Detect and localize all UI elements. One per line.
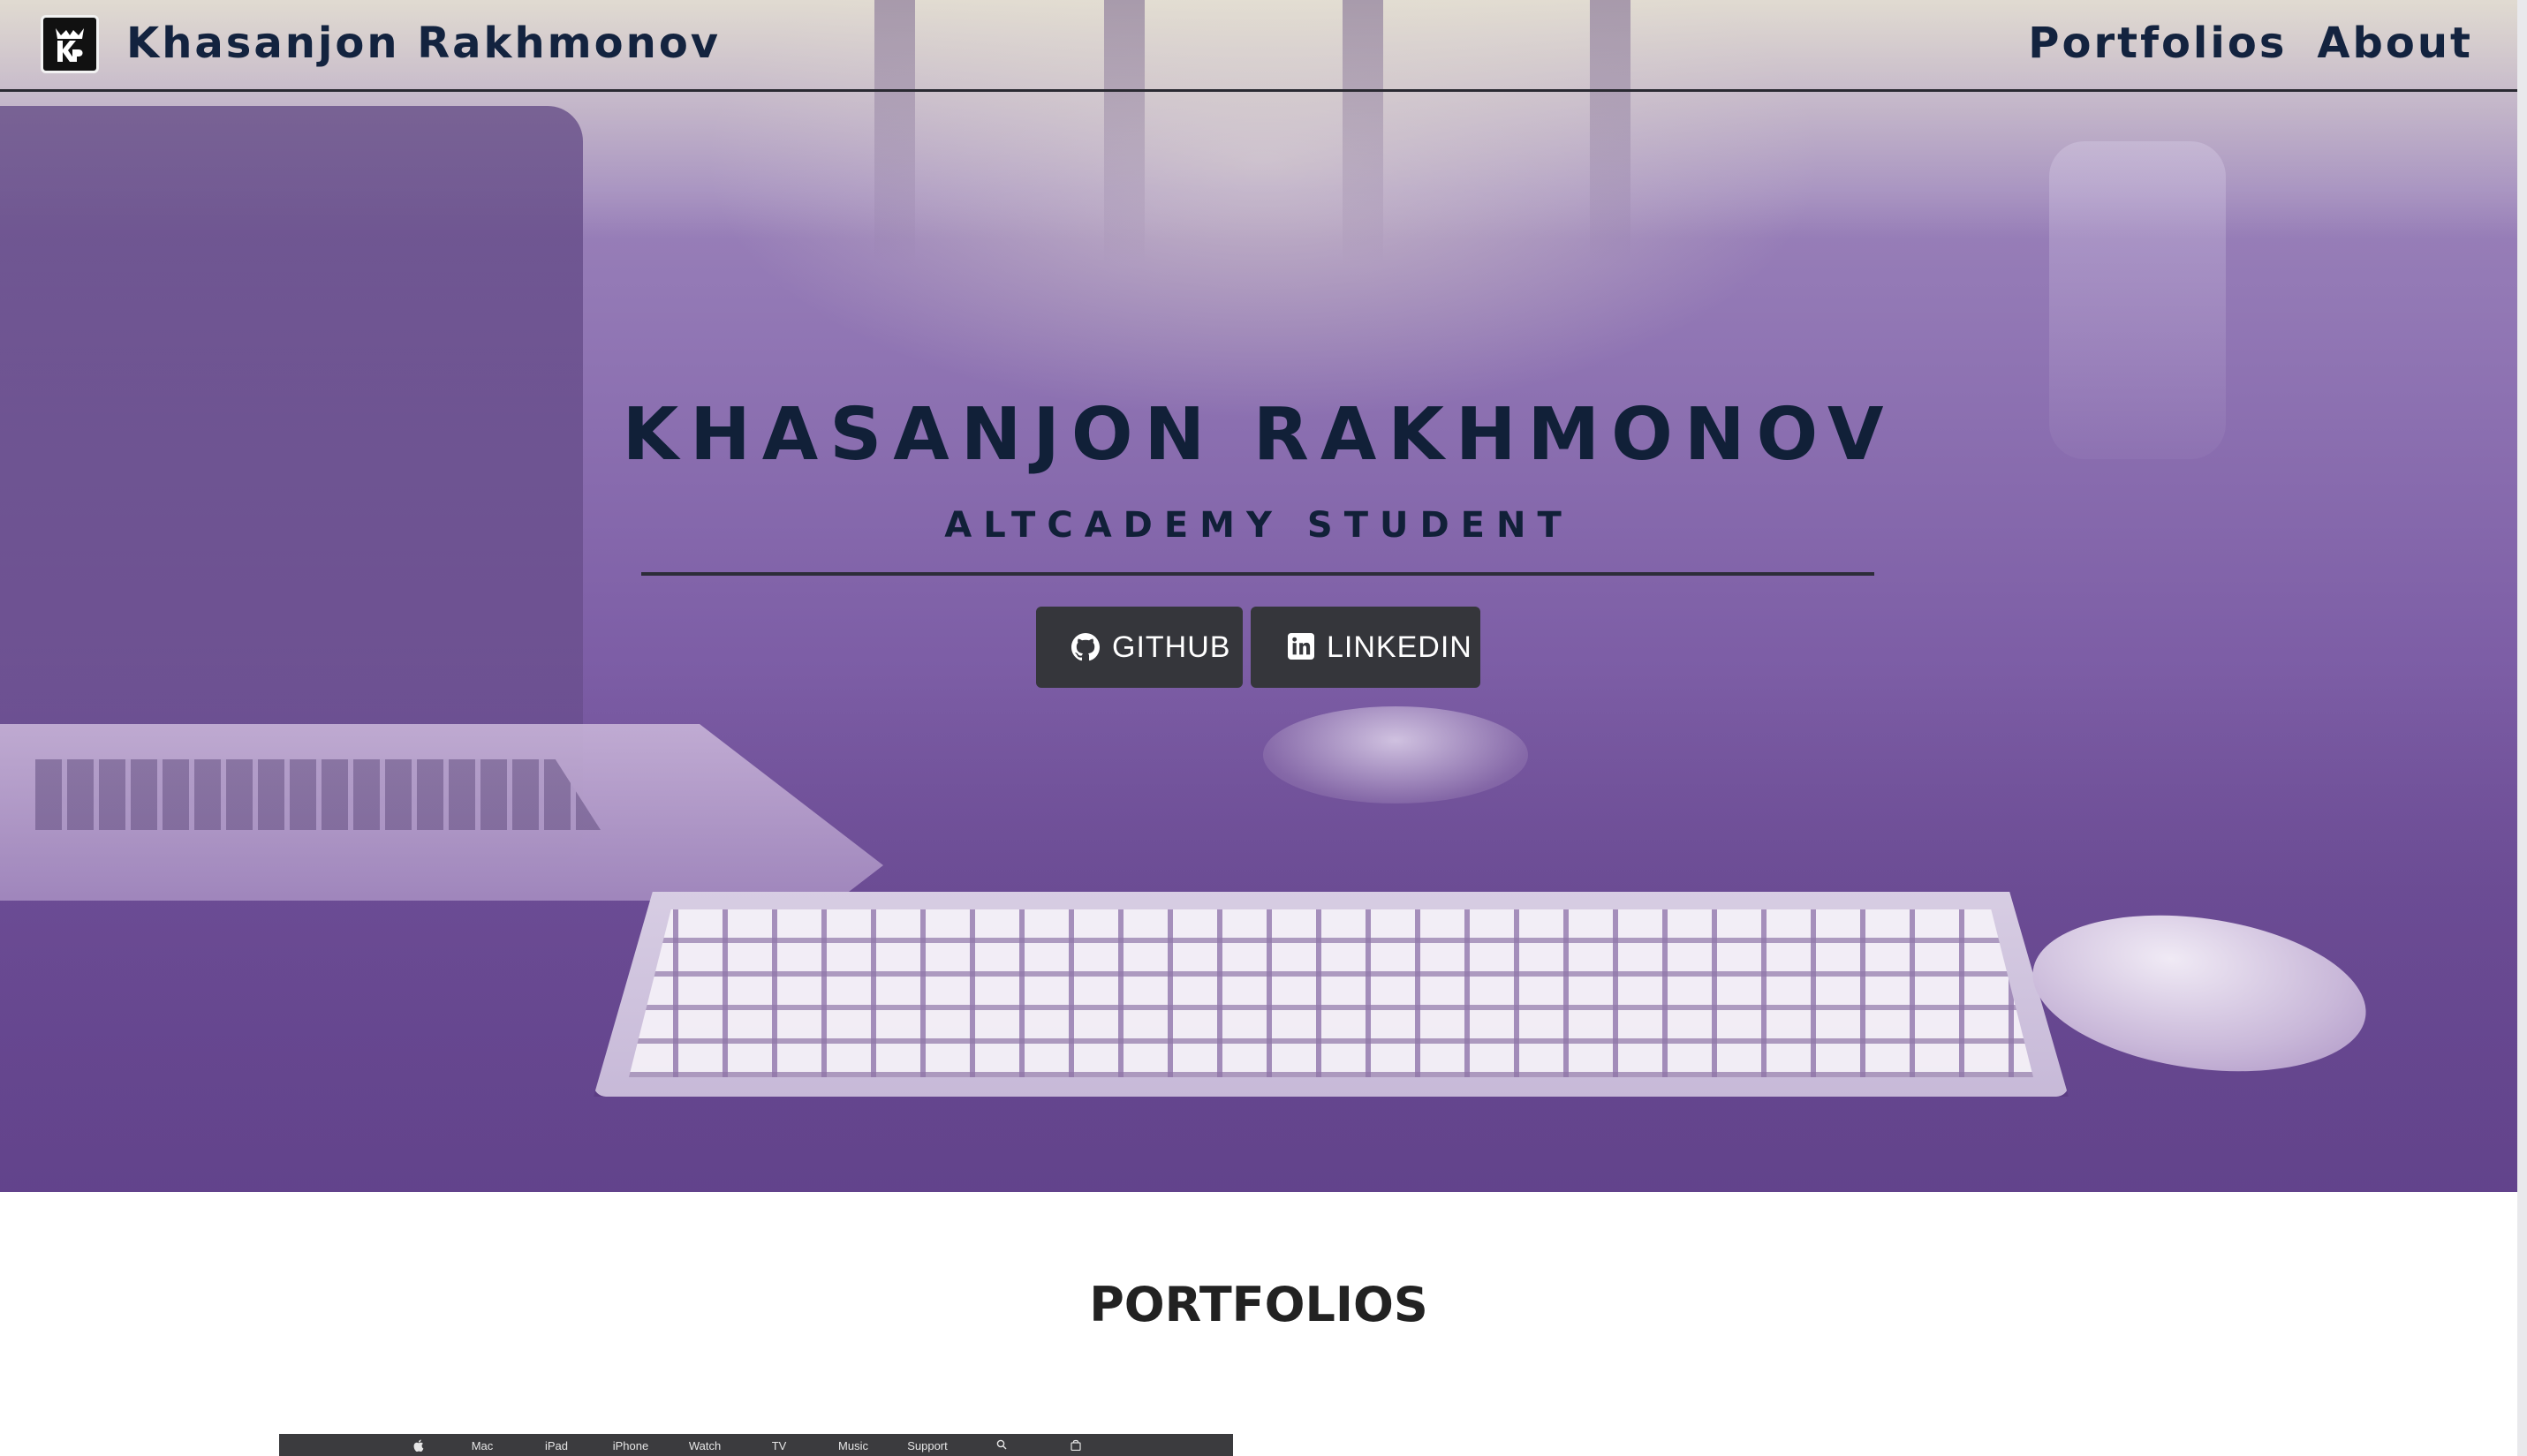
portfolios-section-title: PORTFOLIOS: [1089, 1277, 1428, 1332]
search-icon: [965, 1439, 1039, 1454]
hero-section: Khasanjon Rakhmonov Portfolios About KHA…: [0, 0, 2517, 1192]
hero-buttons: GITHUB LINKEDIN: [1036, 607, 1480, 688]
nav-links: Portfolios About: [2028, 12, 2473, 74]
apple-icon: [392, 1439, 445, 1454]
kr-monogram-icon[interactable]: [41, 15, 99, 73]
hero-title: KHASANJON RAKHMONOV: [622, 393, 1895, 477]
hero-subtitle: ALTCADEMY STUDENT: [944, 505, 1573, 546]
linkedin-button[interactable]: LINKEDIN: [1251, 607, 1480, 688]
github-button[interactable]: GITHUB: [1036, 607, 1243, 688]
scrollbar-track[interactable]: [2517, 0, 2527, 1456]
navbar: Khasanjon Rakhmonov Portfolios About: [0, 0, 2517, 92]
hero-bg-bowl: [1263, 706, 1528, 803]
nav-link-portfolios[interactable]: Portfolios: [2028, 12, 2287, 74]
hero-bg-keyboard-keys: [629, 909, 2033, 1077]
bag-icon: [1039, 1439, 1113, 1454]
hero-divider: [641, 572, 1874, 576]
thumbnail-nav: Mac iPad iPhone Watch TV Music Support: [392, 1439, 1113, 1454]
github-button-label: GITHUB: [1112, 630, 1231, 664]
brand-name[interactable]: Khasanjon Rakhmonov: [126, 12, 721, 74]
linkedin-icon: [1288, 633, 1314, 661]
hero-bg-laptop-keys: [35, 759, 601, 830]
linkedin-button-label: LINKEDIN: [1327, 630, 1472, 664]
nav-link-about[interactable]: About: [2317, 12, 2473, 74]
portfolio-thumbnail[interactable]: Mac iPad iPhone Watch TV Music Support: [279, 1434, 1233, 1456]
page: Khasanjon Rakhmonov Portfolios About KHA…: [0, 0, 2527, 1456]
github-icon: [1071, 633, 1100, 661]
